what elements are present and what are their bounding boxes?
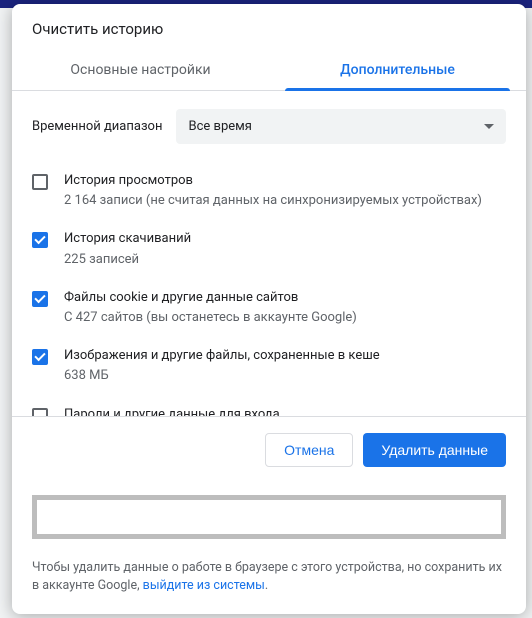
option-row: Изображения и другие файлы, сохраненные … <box>32 337 506 395</box>
option-title: История скачиваний <box>64 230 506 248</box>
option-row: Файлы cookie и другие данные сайтов С 427… <box>32 279 506 337</box>
tab-basic[interactable]: Основные настройки <box>12 50 269 90</box>
option-subtitle: 638 МБ <box>64 367 506 385</box>
tabs: Основные настройки Дополнительные <box>12 50 526 91</box>
clear-history-dialog: Очистить историю Основные настройки Допо… <box>12 4 526 614</box>
option-row: Пароли и другие данные для входа1 синхро… <box>32 396 506 416</box>
option-title: Изображения и другие файлы, сохраненные … <box>64 347 506 365</box>
cancel-button[interactable]: Отмена <box>265 433 353 467</box>
option-subtitle: С 427 сайтов (вы останетесь в аккаунте G… <box>64 309 506 327</box>
option-row: История скачиваний 225 записей <box>32 220 506 278</box>
tab-advanced[interactable]: Дополнительные <box>269 50 526 90</box>
checkbox[interactable] <box>32 349 48 365</box>
confirm-button[interactable]: Удалить данные <box>363 433 506 467</box>
option-title: История просмотров <box>64 172 506 190</box>
checkbox[interactable] <box>32 408 48 416</box>
option-title: Пароли и другие данные для входа <box>64 406 506 416</box>
options-scroll-area[interactable]: Временной диапазон Все время История про… <box>12 91 526 416</box>
time-range-value: Все время <box>188 119 251 134</box>
checkbox[interactable] <box>32 174 48 190</box>
option-subtitle: 2 164 записи (не считая данных на синхро… <box>64 192 506 210</box>
sign-out-link[interactable]: выйдите из системы <box>143 578 265 593</box>
time-range-select[interactable]: Все время <box>176 109 506 144</box>
input-field[interactable] <box>32 495 506 539</box>
option-subtitle: 225 записей <box>64 251 506 269</box>
option-title: Файлы cookie и другие данные сайтов <box>64 289 506 307</box>
chevron-down-icon <box>484 124 494 129</box>
time-range-label: Временной диапазон <box>32 119 162 134</box>
dialog-footer-buttons: Отмена Удалить данные <box>12 416 526 483</box>
dialog-title: Очистить историю <box>12 4 526 50</box>
option-row: История просмотров 2 164 записи (не счита… <box>32 162 506 220</box>
checkbox[interactable] <box>32 232 48 248</box>
footer-note: Чтобы удалить данные о работе в браузере… <box>12 559 526 615</box>
checkbox[interactable] <box>32 291 48 307</box>
footer-text-after: . <box>265 578 268 593</box>
